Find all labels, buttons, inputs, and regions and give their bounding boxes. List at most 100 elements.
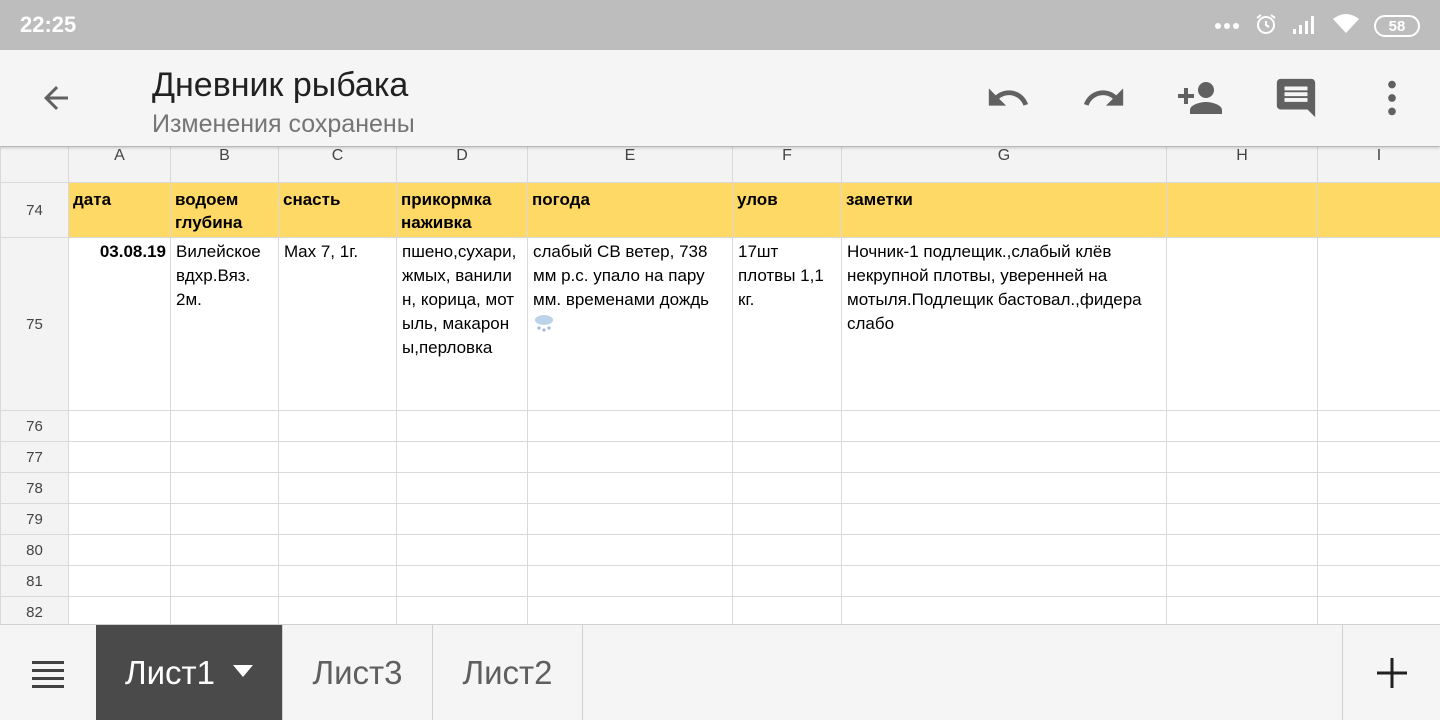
cell[interactable] — [841, 534, 1167, 566]
redo-button[interactable] — [1080, 74, 1128, 122]
cell[interactable] — [1317, 503, 1440, 535]
sheets-menu-button[interactable] — [0, 625, 96, 720]
column-header[interactable]: C — [278, 146, 397, 183]
cell[interactable] — [1317, 410, 1440, 442]
row-header[interactable]: 79 — [0, 503, 69, 535]
cell[interactable] — [170, 596, 279, 624]
cell[interactable] — [68, 410, 171, 442]
cell[interactable] — [278, 565, 397, 597]
cell[interactable] — [278, 441, 397, 473]
cell[interactable] — [68, 596, 171, 624]
cell[interactable] — [1166, 410, 1318, 442]
cell[interactable] — [732, 410, 842, 442]
chevron-down-icon[interactable] — [233, 665, 254, 677]
cell[interactable] — [841, 503, 1167, 535]
row-header[interactable]: 78 — [0, 472, 69, 504]
tab-sheet2[interactable]: Лист2 — [433, 625, 583, 720]
row-header[interactable]: 74 — [0, 182, 69, 238]
cell[interactable] — [732, 472, 842, 504]
cell[interactable] — [278, 503, 397, 535]
cell[interactable] — [1317, 534, 1440, 566]
cell[interactable] — [396, 565, 528, 597]
cell[interactable] — [170, 534, 279, 566]
cell[interactable] — [732, 503, 842, 535]
cell[interactable] — [68, 565, 171, 597]
column-header[interactable]: D — [396, 146, 528, 183]
comments-button[interactable] — [1272, 74, 1320, 122]
cell[interactable] — [278, 472, 397, 504]
column-header[interactable]: E — [527, 146, 733, 183]
cell[interactable] — [527, 472, 733, 504]
cell[interactable]: снасть — [278, 182, 397, 238]
cell-date[interactable]: 03.08.19 — [68, 237, 171, 411]
cell[interactable]: водоем глубина — [170, 182, 279, 238]
cell[interactable] — [1317, 237, 1440, 411]
cell[interactable] — [396, 410, 528, 442]
cell[interactable] — [732, 534, 842, 566]
cell[interactable] — [396, 472, 528, 504]
row-header[interactable]: 77 — [0, 441, 69, 473]
column-header[interactable]: B — [170, 146, 279, 183]
share-button[interactable] — [1176, 74, 1224, 122]
row-header[interactable]: 80 — [0, 534, 69, 566]
cell[interactable] — [170, 441, 279, 473]
cell[interactable] — [527, 534, 733, 566]
tab-sheet3[interactable]: Лист3 — [283, 625, 433, 720]
cell[interactable] — [278, 596, 397, 624]
cell-catch[interactable]: 17шт плотвы 1,1 кг. — [732, 237, 842, 411]
cell[interactable] — [1166, 534, 1318, 566]
cell[interactable] — [68, 441, 171, 473]
column-header[interactable]: F — [732, 146, 842, 183]
cell[interactable] — [68, 472, 171, 504]
cell[interactable] — [1317, 182, 1440, 238]
cell[interactable] — [170, 565, 279, 597]
cell[interactable] — [1317, 565, 1440, 597]
cell-notes[interactable]: Ночник-1 подлещик.,слабый клёв некрупной… — [841, 237, 1167, 411]
cell[interactable] — [170, 472, 279, 504]
cell[interactable] — [396, 441, 528, 473]
cell[interactable] — [732, 596, 842, 624]
cell[interactable] — [278, 534, 397, 566]
cell[interactable]: заметки — [841, 182, 1167, 238]
cell[interactable] — [170, 503, 279, 535]
cell[interactable] — [68, 534, 171, 566]
cell[interactable] — [396, 534, 528, 566]
cell[interactable] — [1317, 596, 1440, 624]
column-header[interactable]: I — [1317, 146, 1440, 183]
row-header[interactable]: 82 — [0, 596, 69, 624]
cell[interactable] — [841, 472, 1167, 504]
cell[interactable]: погода — [527, 182, 733, 238]
cell[interactable]: дата — [68, 182, 171, 238]
cell[interactable] — [527, 441, 733, 473]
cell[interactable] — [1166, 472, 1318, 504]
cell[interactable] — [1317, 472, 1440, 504]
cell[interactable] — [841, 441, 1167, 473]
cell[interactable] — [1166, 565, 1318, 597]
cell[interactable]: улов — [732, 182, 842, 238]
cell[interactable] — [278, 410, 397, 442]
cell-weather[interactable]: слабый СВ ветер, 738 мм р.с. упало на па… — [527, 237, 733, 411]
cell[interactable]: прикормка наживка — [396, 182, 528, 238]
cell[interactable] — [1317, 441, 1440, 473]
column-header[interactable]: H — [1166, 146, 1318, 183]
row-header[interactable]: 76 — [0, 410, 69, 442]
undo-button[interactable] — [984, 74, 1032, 122]
cell[interactable] — [396, 503, 528, 535]
cell[interactable] — [527, 565, 733, 597]
column-header[interactable]: G — [841, 146, 1167, 183]
cell[interactable] — [1166, 596, 1318, 624]
cell[interactable] — [732, 441, 842, 473]
cell[interactable] — [1166, 441, 1318, 473]
cell[interactable] — [527, 596, 733, 624]
cell[interactable] — [396, 596, 528, 624]
select-all-corner[interactable] — [0, 146, 69, 183]
cell[interactable] — [1166, 237, 1318, 411]
cell[interactable] — [1166, 182, 1318, 238]
more-options-button[interactable] — [1368, 74, 1416, 122]
tab-sheet1[interactable]: Лист1 — [96, 625, 283, 720]
cell[interactable] — [1166, 503, 1318, 535]
cell[interactable] — [68, 503, 171, 535]
back-button[interactable] — [30, 72, 82, 124]
cell-bait[interactable]: пшено,сухари,жмых, ванилин, корица, моты… — [396, 237, 528, 411]
cell-waterbody[interactable]: Вилейское вдхр.Вяз. 2м. — [170, 237, 279, 411]
